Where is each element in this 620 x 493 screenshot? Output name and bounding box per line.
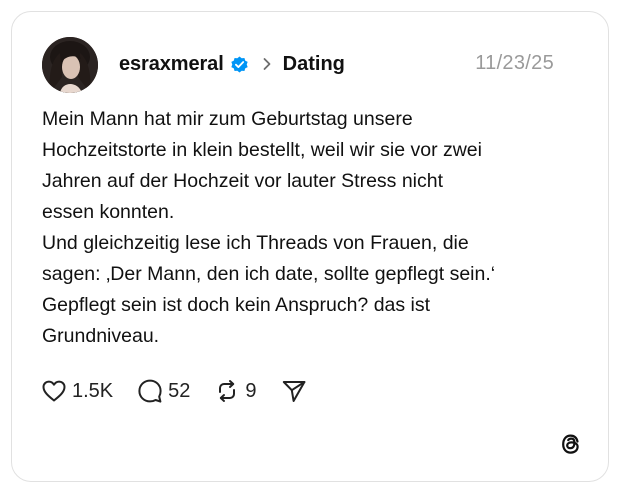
send-icon	[282, 381, 305, 402]
verified-badge-icon	[230, 56, 248, 72]
share-button[interactable]	[280, 377, 308, 405]
repost-icon	[219, 380, 236, 402]
reply-count: 52	[168, 379, 191, 402]
like-button[interactable]: 1.5K	[40, 377, 113, 405]
like-count: 1.5K	[72, 379, 114, 402]
heart-icon	[42, 380, 66, 402]
threads-logo-icon[interactable]	[557, 430, 585, 458]
repost-count: 9	[245, 379, 257, 402]
post-card: esraxmeral Dating 11/23/25 Mein Mann hat…	[11, 11, 609, 482]
avatar-image	[42, 37, 98, 93]
username-link[interactable]: esraxmeral	[119, 53, 224, 76]
topic-tag-link[interactable]: Dating	[283, 53, 345, 76]
repost-button[interactable]: 9	[213, 377, 257, 405]
reply-button[interactable]: 52	[136, 377, 190, 405]
post-header: esraxmeral Dating	[119, 48, 345, 80]
avatar[interactable]	[42, 37, 98, 93]
action-bar: 1.5K 52 9	[40, 374, 331, 408]
chevron-right-icon	[263, 58, 271, 70]
post-text: Mein Mann hat mir zum Geburtstag unsere …	[42, 108, 496, 347]
comment-icon	[138, 379, 162, 403]
post-timestamp: 11/23/25	[475, 52, 554, 74]
